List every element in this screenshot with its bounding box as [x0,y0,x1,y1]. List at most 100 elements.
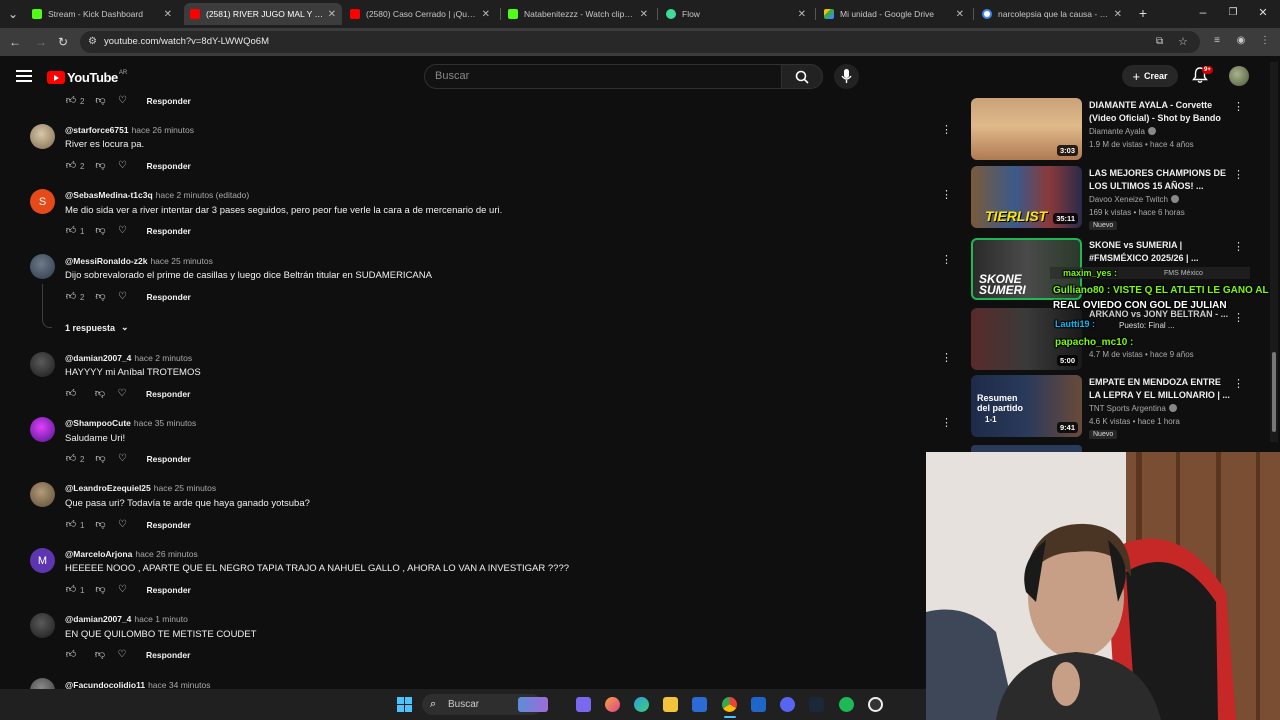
comment-more-icon[interactable]: ⋮ [941,253,952,267]
like-icon[interactable]: 👍︎ [65,291,77,303]
avatar[interactable] [30,254,55,279]
steam-icon[interactable] [809,697,824,712]
avatar[interactable] [30,613,55,638]
heart-icon[interactable]: ♡ [116,453,128,465]
comment-author[interactable]: @damian2007_4 hace 1 minuto [65,614,188,624]
minimize-button[interactable]: – [1196,5,1210,19]
comment-author[interactable]: @SebasMedina-t1c3q hace 2 minutos (editad… [65,190,249,200]
search-button[interactable] [781,64,823,89]
new-tab-button[interactable]: + [1136,6,1150,20]
comment-more-icon[interactable]: ⋮ [941,416,952,430]
edge-icon[interactable] [634,697,649,712]
video-thumbnail-partial[interactable] [971,445,1082,452]
youtube-logo[interactable]: YouTube AR [47,70,127,85]
close-icon[interactable]: ✕ [482,9,490,20]
reply-button[interactable]: Responder [146,161,190,171]
video-more-icon[interactable]: ⋮ [1233,377,1244,390]
heart-icon[interactable]: ♡ [116,584,128,596]
avatar[interactable] [30,417,55,442]
address-bar[interactable]: ⚙ youtube.com/watch?v=8dY-LWWQo6M ⧉ ☆ [80,31,1200,53]
account-avatar[interactable] [1229,66,1249,86]
sidebar-video[interactable]: TIERLIST 35:11 LAS MEJORES CHAMPIONS DE … [971,166,1251,230]
create-button[interactable]: + Crear [1122,65,1178,87]
comment-more-icon[interactable]: ⋮ [941,123,952,137]
comment-author[interactable]: @LeandroEzequiel25 hace 25 minutos [65,483,216,493]
taskbar-search[interactable]: ⌕ Buscar [422,694,548,715]
dislike-icon[interactable]: 👎︎ [94,453,106,465]
like-icon[interactable]: 👍︎ [65,584,77,596]
heart-icon[interactable]: ♡ [116,95,128,107]
comment-author[interactable]: @MarceloArjona hace 26 minutos [65,549,198,559]
install-app-icon[interactable]: ⧉ [1156,36,1163,47]
heart-icon[interactable]: ♡ [116,160,128,172]
close-icon[interactable]: ✕ [164,9,172,20]
dislike-icon[interactable]: 👎︎ [94,225,106,237]
reply-button[interactable]: Responder [146,585,190,595]
like-icon[interactable]: 👍︎ [65,95,77,107]
spotify-icon[interactable] [839,697,854,712]
reload-button[interactable]: ↻ [56,35,70,49]
like-icon[interactable]: 👍︎ [65,519,77,531]
avatar[interactable]: S [30,189,55,214]
comment-author[interactable]: @MessiRonaldo-z2k hace 25 minutos [65,256,213,266]
search-box[interactable] [424,64,782,89]
heart-icon[interactable]: ♡ [116,519,128,531]
like-icon[interactable]: 👍︎ [65,453,77,465]
avatar[interactable] [30,482,55,507]
comment-more-icon[interactable]: ⋮ [941,351,952,365]
sidebar-video[interactable]: Resumen del partido 1-1 9:41 EMPATE EN ME… [971,375,1251,439]
video-thumbnail[interactable]: Resumen del partido 1-1 9:41 [971,375,1082,437]
video-channel[interactable]: Davoo Xeneize Twitch [1089,195,1180,204]
reply-button[interactable]: Responder [146,96,190,106]
video-thumbnail[interactable]: 3:03 [971,98,1082,160]
tab-google-drive[interactable]: Mi unidad - Google Drive ✕ [818,3,970,25]
dislike-icon[interactable]: 👎︎ [94,291,106,303]
dislike-icon[interactable]: 👎︎ [94,160,106,172]
forward-button[interactable]: → [34,35,48,49]
like-icon[interactable]: 👍︎ [65,388,77,400]
video-channel[interactable]: TNT Sports Argentina [1089,404,1177,413]
close-icon[interactable]: ✕ [1114,9,1122,20]
url-text[interactable]: youtube.com/watch?v=8dY-LWWQo6M [104,36,269,47]
heart-icon[interactable]: ♡ [116,388,128,400]
windows-start-icon[interactable] [397,697,412,712]
replies-toggle-button[interactable]: 1 respuesta ⌄ [65,322,129,333]
reply-button[interactable]: Responder [146,454,190,464]
avatar[interactable] [30,124,55,149]
like-icon[interactable]: 👍︎ [65,160,77,172]
video-more-icon[interactable]: ⋮ [1233,168,1244,181]
avatar[interactable] [30,352,55,377]
store-icon[interactable] [692,697,707,712]
reply-button[interactable]: Responder [146,520,190,530]
video-title[interactable]: DIAMANTE AYALA - Corvette (Video Oficial… [1089,99,1231,125]
tab-flow[interactable]: Flow ✕ [660,3,812,25]
profile-icon[interactable]: ◉ [1235,35,1247,47]
close-icon[interactable]: ✕ [640,9,648,20]
app-icon[interactable] [605,697,620,712]
tab-search-icon[interactable]: ⌄ [6,7,20,21]
copilot-icon[interactable] [576,697,591,712]
site-info-icon[interactable]: ⚙ [88,36,97,47]
comment-author[interactable]: @damian2007_4 hace 2 minutos [65,353,192,363]
page-scrollbar[interactable] [1270,62,1278,442]
heart-icon[interactable]: ♡ [116,291,128,303]
like-icon[interactable]: 👍︎ [65,649,77,661]
reply-button[interactable]: Responder [146,389,190,399]
file-explorer-icon[interactable] [663,697,678,712]
tab-caso-cerrado[interactable]: (2580) Caso Cerrado | ¡Qué rica ✕ [344,3,496,25]
dislike-icon[interactable]: 👎︎ [94,95,106,107]
bookmark-star-icon[interactable]: ☆ [1178,35,1188,48]
heart-icon[interactable]: ♡ [116,649,128,661]
chrome-icon[interactable] [722,697,737,712]
voice-search-button[interactable] [834,64,859,89]
reply-button[interactable]: Responder [146,226,190,236]
comment-more-icon[interactable]: ⋮ [941,188,952,202]
dislike-icon[interactable]: 👎︎ [94,584,106,596]
dislike-icon[interactable]: 👎︎ [94,519,106,531]
comment-author[interactable]: @ShampooCute hace 35 minutos [65,418,196,428]
reply-button[interactable]: Responder [146,292,190,302]
restore-button[interactable]: ❐ [1226,6,1240,20]
obs-icon[interactable] [868,697,883,712]
extensions-icon[interactable]: ≡ [1211,35,1223,47]
search-input[interactable] [435,70,755,82]
